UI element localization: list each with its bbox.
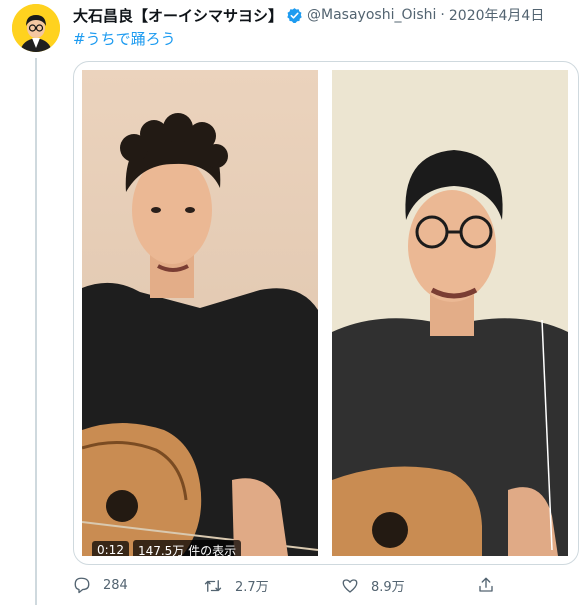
tweet-date[interactable]: 2020年4月4日	[449, 5, 544, 25]
user-handle[interactable]: @Masayoshi_Oishi	[307, 7, 436, 23]
reply-count: 284	[103, 577, 128, 593]
like-count: 8.9万	[371, 580, 405, 595]
heart-icon	[342, 578, 358, 593]
tweet-actions: 284 2.7万 8.9万	[73, 576, 533, 598]
retweet-count: 2.7万	[235, 580, 269, 595]
video-frame-right	[332, 70, 568, 556]
video-time: 0:12	[92, 541, 129, 556]
reply-icon	[74, 577, 90, 594]
tweet-header: 大石昌良【オーイシマサヨシ】 @Masayoshi_Oishi · 2020年4…	[73, 5, 544, 25]
retweet-icon	[204, 579, 222, 592]
video-stats-overlay: 0:12 147.5万 件の表示	[92, 539, 245, 556]
separator-dot: ·	[440, 7, 445, 23]
video-frame-left: 0:12 147.5万 件の表示	[82, 70, 318, 556]
share-icon	[479, 577, 493, 592]
reply-button[interactable]: 284	[73, 576, 128, 594]
video-player[interactable]: 0:12 147.5万 件の表示	[73, 61, 579, 565]
avatar-illustration	[12, 4, 60, 52]
retweet-button[interactable]: 2.7万	[203, 576, 269, 595]
view-count: 147.5万 件の表示	[132, 539, 242, 556]
display-name[interactable]: 大石昌良【オーイシマサヨシ】	[73, 5, 283, 26]
hashtag-link[interactable]: #うちで踊ろう	[73, 28, 176, 49]
verified-badge-icon	[286, 7, 303, 24]
avatar[interactable]	[12, 4, 60, 52]
thread-line	[35, 58, 37, 605]
share-button[interactable]	[477, 576, 507, 594]
like-button[interactable]: 8.9万	[341, 576, 405, 595]
